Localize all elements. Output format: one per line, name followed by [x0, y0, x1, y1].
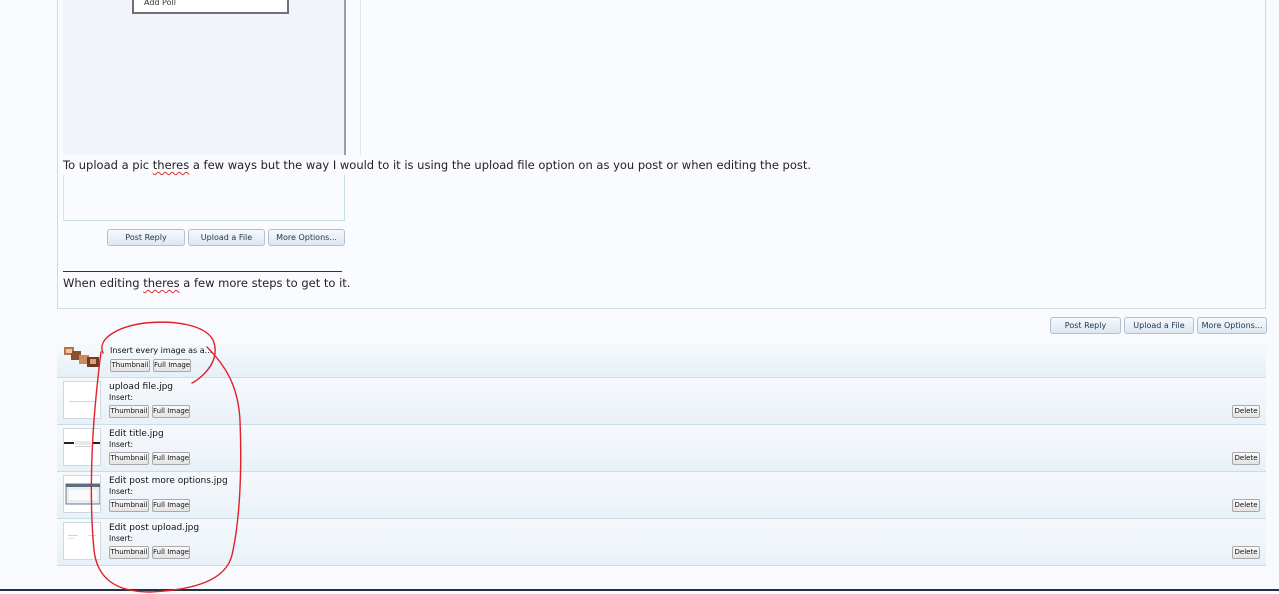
delete-attachment-button[interactable]: Delete — [1232, 546, 1260, 559]
embedded-post-reply-button: Post Reply — [107, 229, 185, 246]
attachment-row: upload file.jpg Insert: Thumbnail Full I… — [57, 378, 1266, 425]
attachment-filename[interactable]: Edit post more options.jpg — [109, 476, 228, 486]
misspelled-word: theres — [152, 158, 190, 172]
text-segment: a few more steps to get to it. — [179, 276, 351, 290]
footer-divider — [0, 589, 1279, 591]
insert-label: Insert: — [109, 534, 134, 543]
attachment-thumbnail[interactable] — [63, 522, 101, 560]
attachment-row: Edit post upload.jpg Insert: Thumbnail F… — [57, 519, 1266, 566]
attachment-list: Insert every image as a... Thumbnail Ful… — [57, 340, 1266, 566]
attachment-row: Edit post more options.jpg Insert: Thumb… — [57, 472, 1266, 519]
text-segment: a few ways but the way I would to it is … — [189, 158, 812, 172]
text-segment: To upload a pic — [63, 158, 153, 172]
insert-full-image-button[interactable]: Full Image — [152, 499, 190, 512]
text-segment: When editing — [63, 276, 144, 290]
attachment-filename[interactable]: Edit title.jpg — [109, 429, 164, 439]
attachment-filename[interactable]: Edit post upload.jpg — [109, 523, 199, 533]
attachment-thumbnail[interactable] — [63, 475, 101, 513]
insert-label: Insert: — [109, 440, 134, 449]
insert-full-image-button[interactable]: Full Image — [152, 405, 190, 418]
insert-label: Insert: — [109, 487, 134, 496]
post-text-line-1: To upload a pic theres a few ways but th… — [63, 158, 811, 172]
embedded-upload-file-button: Upload a File — [188, 229, 265, 246]
insert-full-image-button[interactable]: Full Image — [152, 546, 190, 559]
insert-thumbnail-button[interactable]: Thumbnail — [109, 499, 149, 512]
divider-line — [63, 271, 342, 272]
delete-attachment-button[interactable]: Delete — [1232, 405, 1260, 418]
insert-thumbnail-button[interactable]: Thumbnail — [109, 405, 149, 418]
delete-attachment-button[interactable]: Delete — [1232, 452, 1260, 465]
embedded-more-options-button: More Options... — [268, 229, 345, 246]
delete-attachment-button[interactable]: Delete — [1232, 499, 1260, 512]
embedded-screenshot-image — [63, 0, 361, 155]
multi-image-icon — [63, 345, 101, 369]
attachment-row: Edit title.jpg Insert: Thumbnail Full Im… — [57, 425, 1266, 472]
attachment-thumbnail[interactable] — [63, 428, 101, 466]
insert-all-label: Insert every image as a... — [110, 346, 213, 355]
embedded-editor-frame — [63, 175, 345, 221]
insert-full-image-button[interactable]: Full Image — [152, 452, 190, 465]
more-options-button[interactable]: More Options... — [1197, 317, 1267, 334]
insert-all-row: Insert every image as a... Thumbnail Ful… — [57, 340, 1266, 378]
insert-thumbnail-button[interactable]: Thumbnail — [109, 546, 149, 559]
post-text-line-2: When editing theres a few more steps to … — [63, 276, 350, 290]
upload-file-button[interactable]: Upload a File — [1124, 317, 1194, 334]
attachment-thumbnail[interactable] — [63, 381, 101, 419]
insert-label: Insert: — [109, 393, 134, 402]
insert-all-thumbnail-button[interactable]: Thumbnail — [110, 359, 150, 372]
misspelled-word: theres — [143, 276, 180, 290]
insert-thumbnail-button[interactable]: Thumbnail — [109, 452, 149, 465]
post-reply-button[interactable]: Post Reply — [1050, 317, 1121, 334]
attachment-filename[interactable]: upload file.jpg — [109, 382, 173, 392]
embedded-menu-item: Add Poll — [132, 0, 289, 14]
image-edge — [360, 0, 361, 155]
insert-all-full-image-button[interactable]: Full Image — [153, 359, 191, 372]
